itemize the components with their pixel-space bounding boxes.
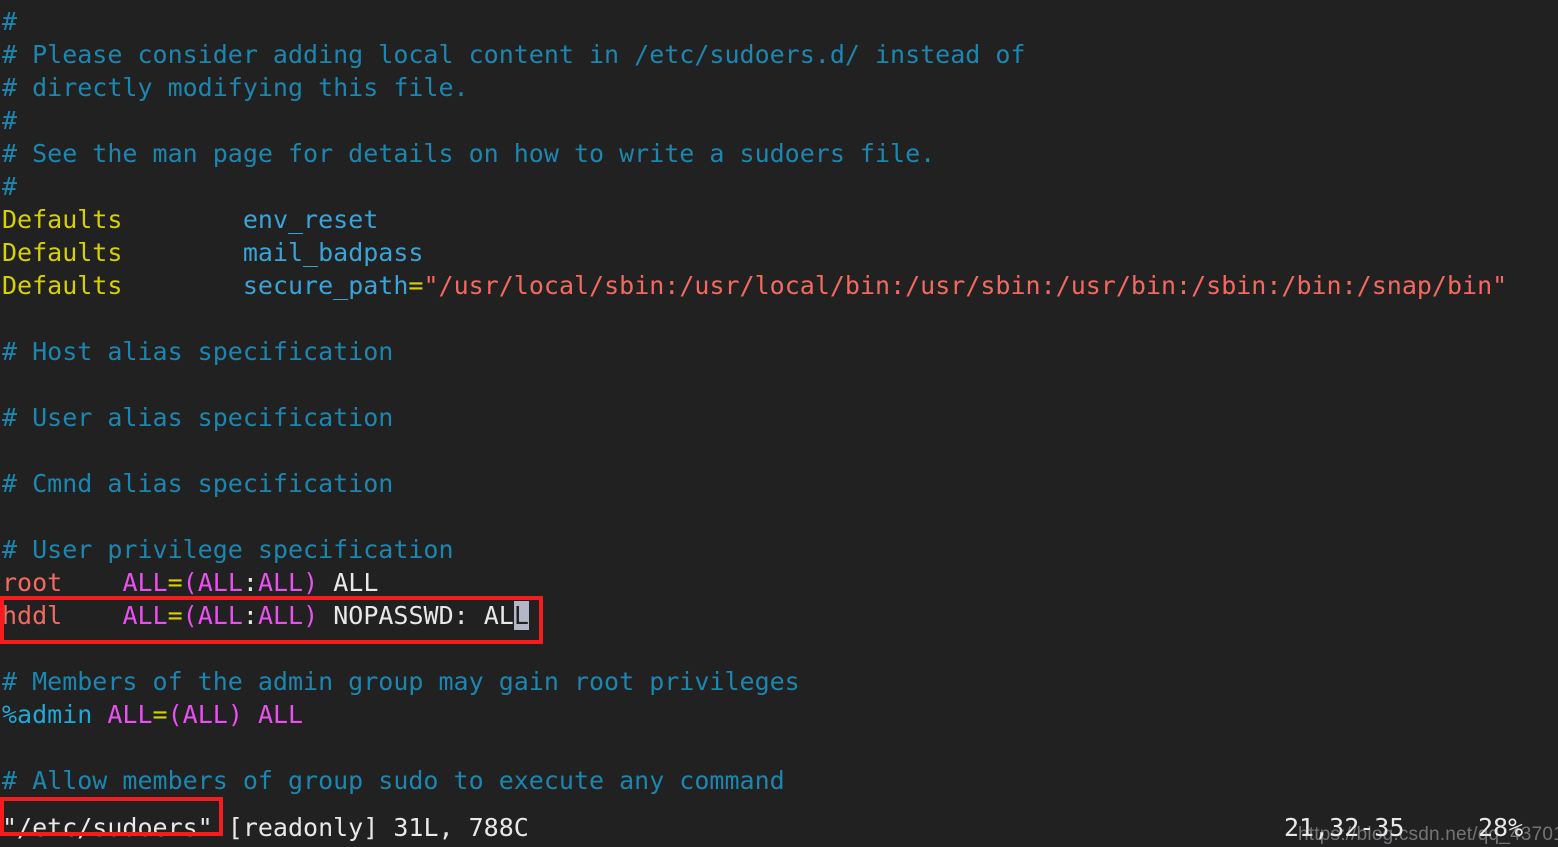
- code-line: #: [0, 170, 1558, 203]
- code-line: #: [0, 104, 1558, 137]
- close-paren: ): [303, 601, 319, 630]
- all-token: ALL: [182, 700, 228, 729]
- equals-sign: =: [408, 271, 424, 300]
- code-line: # User privilege specification: [0, 533, 1558, 566]
- user-name: hddl: [2, 601, 63, 630]
- code-line: # Allow members of group sudo to execute…: [0, 764, 1558, 797]
- status-counts: 31L, 788C: [393, 813, 529, 842]
- comment-text: # Cmnd alias specification: [2, 469, 394, 498]
- equals-sign: =: [167, 568, 183, 597]
- comment-text: # Please consider adding local content i…: [2, 40, 1026, 69]
- group-name: %admin: [2, 700, 93, 729]
- all-token: ALL: [122, 601, 168, 630]
- code-line: # Host alias specification: [0, 335, 1558, 368]
- status-left: "/etc/sudoers" [readonly] 31L, 788C: [2, 809, 529, 847]
- defaults-keyword: Defaults: [2, 205, 123, 234]
- comment-text: # Allow members of group sudo to execute…: [2, 766, 785, 795]
- watermark-text: https://blog.csdn.net/qq_43701814: [1298, 824, 1558, 845]
- code-line: #: [0, 5, 1558, 38]
- defaults-keyword: Defaults: [2, 238, 123, 267]
- comment-text: # User privilege specification: [2, 535, 454, 564]
- code-line-defaults-mail-badpass: Defaults mail_badpass: [0, 236, 1558, 269]
- comment-text: # directly modifying this file.: [2, 73, 469, 102]
- all-token: ALL: [122, 568, 168, 597]
- terminal-screen[interactable]: # # Please consider adding local content…: [0, 0, 1558, 847]
- code-line-root-rule: root ALL=(ALL:ALL) ALL: [0, 566, 1558, 599]
- code-line: # See the man page for details on how to…: [0, 137, 1558, 170]
- defaults-keyword: Defaults: [2, 271, 123, 300]
- close-paren: ): [303, 568, 319, 597]
- user-name: root: [2, 568, 63, 597]
- option-name: secure_path: [242, 271, 409, 300]
- code-line-defaults-secure-path: Defaults secure_path="/usr/local/sbin:/u…: [0, 269, 1558, 302]
- code-line-admin-rule: %admin ALL=(ALL) ALL: [0, 698, 1558, 731]
- secure-path-value: "/usr/local/sbin:/usr/local/bin:/usr/sbi…: [423, 271, 1508, 300]
- all-token: ALL: [197, 568, 243, 597]
- comment-text: #: [2, 7, 18, 36]
- comment-text: # See the man page for details on how to…: [2, 139, 936, 168]
- comment-text: # Members of the admin group may gain ro…: [2, 667, 800, 696]
- code-line-hddl-rule: hddl ALL=(ALL:ALL) NOPASSWD: ALL: [0, 599, 1558, 632]
- text-cursor: L: [513, 601, 529, 630]
- all-token: ALL: [257, 700, 304, 729]
- colon: :: [242, 568, 258, 597]
- comment-text: # User alias specification: [2, 403, 394, 432]
- comment-text: #: [2, 106, 18, 135]
- all-token: ALL: [197, 601, 243, 630]
- all-token: ALL: [257, 601, 304, 630]
- colon: :: [242, 601, 258, 630]
- code-line: # directly modifying this file.: [0, 71, 1558, 104]
- status-filename: "/etc/sudoers": [2, 813, 213, 842]
- code-line: # Please consider adding local content i…: [0, 38, 1558, 71]
- all-token: ALL: [107, 700, 153, 729]
- open-paren: (: [167, 700, 183, 729]
- nopasswd-token: NOPASSWD:: [333, 601, 469, 630]
- code-line: # User alias specification: [0, 401, 1558, 434]
- vim-text-buffer[interactable]: # # Please consider adding local content…: [0, 0, 1558, 797]
- all-token: ALL: [333, 568, 379, 597]
- code-line: # Members of the admin group may gain ro…: [0, 665, 1558, 698]
- open-paren: (: [182, 568, 198, 597]
- code-line: # Cmnd alias specification: [0, 467, 1558, 500]
- comment-text: # Host alias specification: [2, 337, 394, 366]
- close-paren: ): [227, 700, 243, 729]
- all-token: ALL: [257, 568, 304, 597]
- all-token-prefix: AL: [483, 601, 514, 630]
- comment-text: #: [2, 172, 18, 201]
- equals-sign: =: [167, 601, 183, 630]
- open-paren: (: [182, 601, 198, 630]
- option-name: mail_badpass: [242, 238, 424, 267]
- equals-sign: =: [152, 700, 168, 729]
- status-readonly-flag: [readonly]: [212, 813, 394, 842]
- code-line-defaults-env-reset: Defaults env_reset: [0, 203, 1558, 236]
- option-name: env_reset: [242, 205, 379, 234]
